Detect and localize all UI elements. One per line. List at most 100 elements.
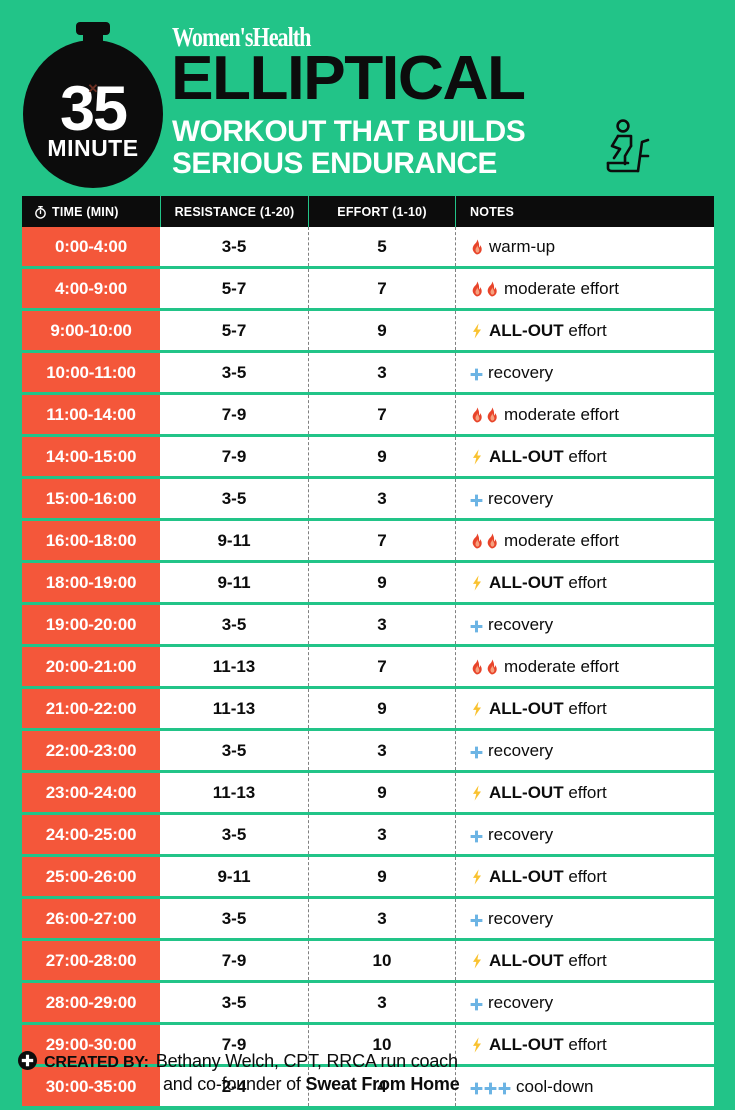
cell-time: 22:00-23:00 bbox=[22, 731, 160, 770]
note-icon-group bbox=[470, 784, 484, 801]
note-icon-group bbox=[470, 618, 483, 633]
footer-line-2: and co-founder of Sweat From Home bbox=[163, 1074, 735, 1095]
cell-notes: warm-up bbox=[455, 227, 714, 266]
cell-resistance: 3-5 bbox=[221, 824, 247, 844]
cell-notes: ALL-OUT effort bbox=[455, 563, 714, 602]
created-by-label: CREATED BY: bbox=[44, 1054, 149, 1071]
note-text-plain: recovery bbox=[488, 740, 554, 760]
flame-icon bbox=[485, 659, 499, 675]
flame-icon bbox=[470, 659, 484, 675]
cell-resistance: 5-7 bbox=[221, 320, 247, 340]
footer-line-1: CREATED BY: Bethany Welch, CPT, RRCA run… bbox=[18, 1048, 735, 1072]
cell-time: 27:00-28:00 bbox=[22, 941, 160, 980]
note-icon-group bbox=[470, 407, 499, 423]
note-text-plain: recovery bbox=[488, 824, 554, 844]
badge-unit: MINUTE bbox=[47, 135, 139, 162]
note-text-plain: moderate effort bbox=[504, 404, 619, 424]
note-icon-group bbox=[470, 281, 499, 297]
table-row: 28:00-29:00 3-5 3 recovery bbox=[22, 983, 714, 1025]
table-row: 10:00-11:00 3-5 3 recovery bbox=[22, 353, 714, 395]
table-row: 21:00-22:00 11-13 9 ALL-OUT effort bbox=[22, 689, 714, 731]
note-text: ALL-OUT effort bbox=[489, 950, 607, 970]
cell-time: 20:00-21:00 bbox=[22, 647, 160, 686]
cell-notes: ALL-OUT effort bbox=[455, 941, 714, 980]
cell-effort: 9 bbox=[308, 773, 455, 812]
note-text: warm-up bbox=[489, 237, 555, 257]
note-icon-group bbox=[470, 912, 483, 927]
cell-time: 15:00-16:00 bbox=[22, 479, 160, 518]
cell-notes: recovery bbox=[455, 353, 714, 392]
cell-notes: recovery bbox=[455, 983, 714, 1022]
cell-resistance: 3-5 bbox=[221, 488, 247, 508]
note-text-plain: recovery bbox=[488, 992, 554, 1012]
note-text-plain: recovery bbox=[488, 908, 554, 928]
cell-time: 19:00-20:00 bbox=[22, 605, 160, 644]
table-row: 19:00-20:00 3-5 3 recovery bbox=[22, 605, 714, 647]
workout-table: TIME (MIN) RESISTANCE (1-20) EFFORT (1-1… bbox=[22, 196, 714, 1106]
lightning-bolt-icon bbox=[470, 448, 484, 465]
table-row: 27:00-28:00 7-9 10 ALL-OUT effort bbox=[22, 941, 714, 983]
credit-business-name: Sweat From Home bbox=[305, 1074, 460, 1094]
lightning-bolt-icon bbox=[470, 868, 484, 885]
table-row: 0:00-4:00 3-5 5 warm-up bbox=[22, 227, 714, 269]
note-icon-group bbox=[470, 744, 483, 759]
footer-credit: CREATED BY: Bethany Welch, CPT, RRCA run… bbox=[0, 1048, 735, 1110]
cell-time: 26:00-27:00 bbox=[22, 899, 160, 938]
cell-notes: ALL-OUT effort bbox=[455, 311, 714, 350]
cell-effort: 3 bbox=[308, 731, 455, 770]
table-row: 20:00-21:00 11-13 7 moderate effort bbox=[22, 647, 714, 689]
note-text: ALL-OUT effort bbox=[489, 320, 607, 340]
flame-icon bbox=[470, 281, 484, 297]
note-text: ALL-OUT effort bbox=[489, 446, 607, 466]
note-icon-group bbox=[470, 952, 484, 969]
cell-effort: 3 bbox=[308, 479, 455, 518]
note-text-plain: effort bbox=[563, 320, 607, 340]
note-icon-group bbox=[470, 828, 483, 843]
cell-notes: recovery bbox=[455, 899, 714, 938]
cell-resistance: 3-5 bbox=[221, 362, 247, 382]
cell-notes: ALL-OUT effort bbox=[455, 437, 714, 476]
cell-resistance: 11-13 bbox=[212, 656, 256, 676]
cell-time: 21:00-22:00 bbox=[22, 689, 160, 728]
lightning-bolt-icon bbox=[470, 700, 484, 717]
cell-time: 4:00-9:00 bbox=[22, 269, 160, 308]
cell-effort: 9 bbox=[308, 857, 455, 896]
cell-time: 23:00-24:00 bbox=[22, 773, 160, 812]
cell-effort: 10 bbox=[308, 941, 455, 980]
cell-resistance: 7-9 bbox=[221, 404, 247, 424]
column-header-time-label: TIME (MIN) bbox=[52, 204, 119, 219]
note-text: recovery bbox=[488, 741, 553, 761]
flame-icon bbox=[485, 407, 499, 423]
table-row: 24:00-25:00 3-5 3 recovery bbox=[22, 815, 714, 857]
flame-icon bbox=[470, 533, 484, 549]
note-text-plain: effort bbox=[563, 866, 607, 886]
cell-time: 0:00-4:00 bbox=[22, 227, 160, 266]
cell-time: 11:00-14:00 bbox=[22, 395, 160, 434]
note-text: ALL-OUT effort bbox=[489, 782, 607, 802]
medical-cross-icon bbox=[470, 912, 483, 927]
table-row: 15:00-16:00 3-5 3 recovery bbox=[22, 479, 714, 521]
cell-effort: 7 bbox=[308, 269, 455, 308]
cell-effort: 9 bbox=[308, 437, 455, 476]
stopwatch-body: ✕ 35 MINUTE bbox=[23, 40, 163, 188]
subtitle-line-2: SERIOUS ENDURANCE bbox=[172, 147, 497, 181]
table-row: 4:00-9:00 5-7 7 moderate effort bbox=[22, 269, 714, 311]
lightning-bolt-icon bbox=[470, 784, 484, 801]
note-text-plain: moderate effort bbox=[504, 530, 619, 550]
flame-icon bbox=[470, 407, 484, 423]
stopwatch-tick-icon: ✕ bbox=[87, 81, 99, 96]
cell-effort: 7 bbox=[308, 521, 455, 560]
note-text-plain: recovery bbox=[488, 488, 554, 508]
cell-effort: 9 bbox=[308, 311, 455, 350]
note-text: moderate effort bbox=[504, 279, 619, 299]
cell-resistance: 11-13 bbox=[212, 698, 256, 718]
table-row: 14:00-15:00 7-9 9 ALL-OUT effort bbox=[22, 437, 714, 479]
cell-notes: moderate effort bbox=[455, 395, 714, 434]
table-row: 16:00-18:00 9-11 7 moderate effort bbox=[22, 521, 714, 563]
table-row: 9:00-10:00 5-7 9 ALL-OUT effort bbox=[22, 311, 714, 353]
note-text: moderate effort bbox=[504, 405, 619, 425]
table-row: 11:00-14:00 7-9 7 moderate effort bbox=[22, 395, 714, 437]
lightning-bolt-icon bbox=[470, 952, 484, 969]
table-row: 23:00-24:00 11-13 9 ALL-OUT effort bbox=[22, 773, 714, 815]
cell-resistance: 9-11 bbox=[217, 572, 251, 592]
